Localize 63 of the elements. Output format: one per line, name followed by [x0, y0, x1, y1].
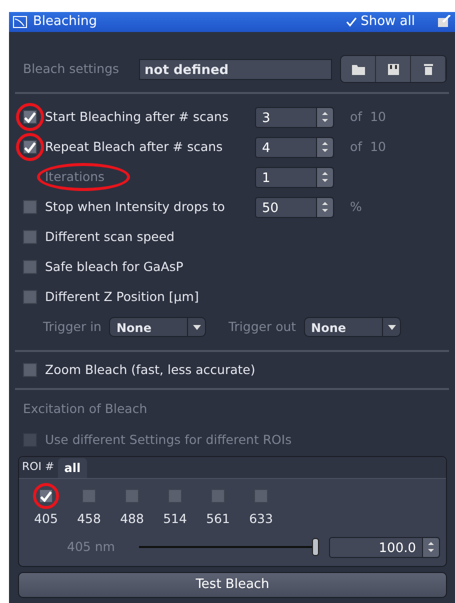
spin-field[interactable]: 100.0	[329, 536, 440, 558]
suffix-label: of	[350, 138, 362, 156]
laser-label: 561	[206, 510, 230, 528]
checkbox[interactable]	[23, 140, 37, 154]
checkbox[interactable]	[39, 489, 53, 503]
suffix-label: of	[350, 108, 362, 126]
option-label: Iterations	[45, 168, 105, 186]
slider-label: 405 nm	[67, 538, 115, 556]
checkbox[interactable]	[211, 489, 225, 503]
suffix-label: %	[350, 198, 362, 216]
laser-label: 514	[163, 510, 187, 528]
max-value: 10	[370, 108, 386, 126]
save-button[interactable]	[376, 56, 412, 82]
option-label: Safe bleach for GaAsP	[45, 258, 184, 276]
show-all-toggle[interactable]: Show all	[346, 12, 415, 32]
settings-label: Bleach settings	[23, 60, 120, 78]
checkbox[interactable]	[23, 110, 37, 124]
window-title: Bleaching	[33, 13, 98, 32]
settings-field[interactable]: not defined	[138, 58, 332, 80]
trash-button[interactable]	[411, 56, 446, 82]
option-label: Different Z Position [µm]	[45, 288, 199, 306]
caret-icon[interactable]	[388, 324, 396, 330]
trigger-label: Trigger out	[228, 318, 296, 336]
checkbox[interactable]	[23, 290, 37, 304]
test-bleach-button[interactable]: Test Bleach	[18, 572, 447, 598]
spin-field[interactable]: 50	[255, 196, 334, 218]
laser-label: 488	[120, 510, 144, 528]
slider-thumb[interactable]	[312, 538, 319, 556]
max-value: 10	[370, 138, 386, 156]
roi-tab[interactable]: all	[58, 458, 87, 478]
save-icon	[386, 62, 401, 76]
caret-icon[interactable]	[192, 324, 201, 330]
spin-field[interactable]: 1	[255, 166, 334, 188]
option-label: Start Bleaching after # scans	[45, 108, 228, 126]
checkbox[interactable]	[23, 200, 37, 214]
option-label: Use different Settings for different ROIs	[45, 430, 292, 449]
laser-label: 405	[34, 510, 58, 528]
checkbox[interactable]	[23, 363, 37, 377]
checkbox[interactable]	[125, 489, 139, 503]
trigger-label: Trigger in	[43, 318, 102, 336]
option-label: Zoom Bleach (fast, less accurate)	[45, 360, 256, 379]
dropdown[interactable]: None	[304, 317, 402, 337]
dropdown[interactable]: None	[109, 317, 206, 337]
option-label: Stop when Intensity drops to	[45, 198, 225, 216]
spin-arrows-icon[interactable]	[322, 171, 328, 183]
laser-label: 458	[77, 510, 101, 528]
roi-label: ROI #	[21, 458, 56, 474]
spin-arrows-icon[interactable]	[322, 201, 328, 213]
checkbox[interactable]	[254, 489, 268, 503]
spin-field[interactable]: 3	[255, 106, 334, 128]
option-label: Different scan speed	[45, 228, 174, 246]
spin-field[interactable]: 4	[255, 136, 334, 158]
checkbox[interactable]	[23, 260, 37, 274]
checkbox[interactable]	[168, 489, 182, 503]
option-label: Repeat Bleach after # scans	[45, 138, 223, 156]
section-heading: Excitation of Bleach	[23, 400, 148, 418]
spin-arrows-icon[interactable]	[428, 541, 434, 554]
checkbox[interactable]	[82, 489, 96, 503]
laser-label: 633	[249, 510, 273, 528]
folder-button[interactable]	[341, 56, 376, 82]
checkbox[interactable]	[23, 230, 37, 244]
spin-arrows-icon[interactable]	[322, 111, 328, 123]
spin-arrows-icon[interactable]	[322, 141, 328, 153]
